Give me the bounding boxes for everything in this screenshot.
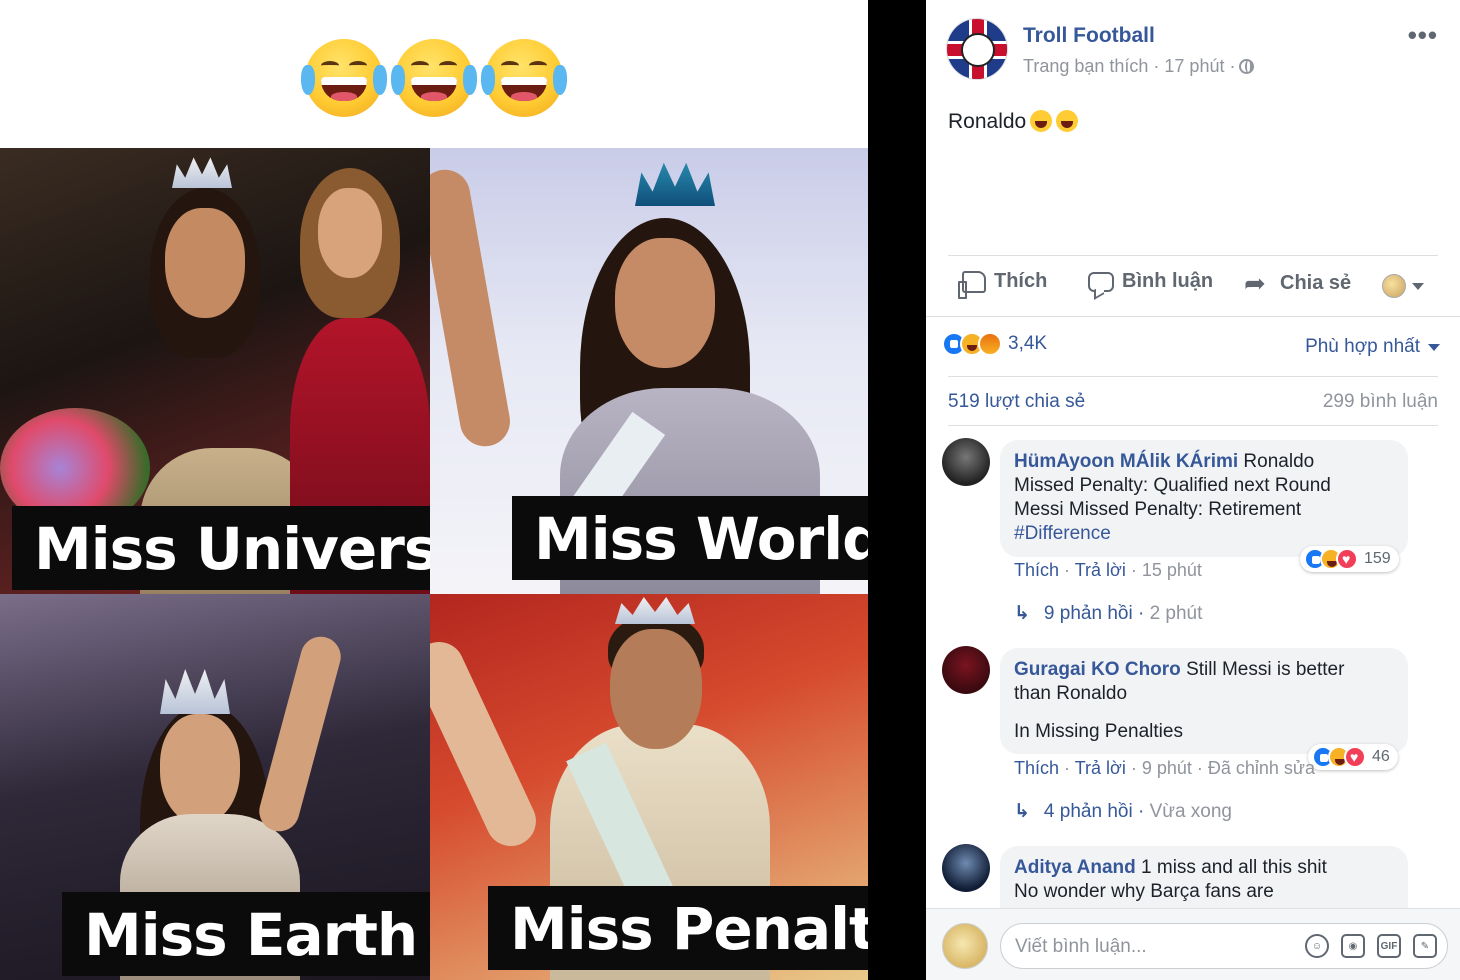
comment-line: No wonder why Barça fans are	[1014, 881, 1274, 902]
gif-icon[interactable]: GIF	[1377, 934, 1401, 958]
comment-time[interactable]: 15 phút	[1142, 560, 1202, 580]
post-meta-text: Trang bạn thích · 17 phút ·	[1023, 56, 1236, 76]
reaction-summary[interactable]: 3,4K	[942, 332, 1047, 356]
post-text: Ronaldo	[948, 110, 1079, 134]
comment-input-box[interactable]: ☺ ◉ GIF ✎	[1000, 923, 1448, 969]
replies-time: Vừa xong	[1149, 801, 1233, 822]
camera-icon[interactable]: ◉	[1341, 934, 1365, 958]
reaction-count: 3,4K	[1008, 333, 1048, 354]
comment-line: than Ronaldo	[1014, 683, 1128, 704]
post-text-content: Ronaldo	[948, 110, 1027, 133]
edited-label[interactable]: Đã chỉnh sửa	[1208, 758, 1315, 778]
view-replies-link[interactable]: ↳ 4 phản hồi · Vừa xong	[1014, 800, 1232, 823]
caption-miss-world: Miss World	[512, 496, 868, 580]
caption-miss-earth: Miss Earth	[62, 892, 430, 976]
comment-icon	[1088, 271, 1114, 292]
tears-of-joy-emoji-icon	[391, 39, 477, 117]
comment-line: Messi Missed Penalty: Retirement	[1014, 499, 1302, 520]
emoji-row	[0, 0, 868, 148]
laughing-emoji-icon	[1030, 110, 1053, 132]
view-replies-link[interactable]: ↳ 9 phản hồi · 2 phút	[1014, 602, 1202, 625]
chevron-down-icon	[1412, 282, 1424, 290]
reply-arrow-icon: ↳	[1014, 603, 1030, 624]
reply-arrow-icon: ↳	[1014, 801, 1030, 822]
miss-universe-photo: Miss Universe	[0, 148, 430, 594]
commenter-avatar[interactable]	[942, 438, 990, 486]
divider	[948, 376, 1438, 377]
miss-world-photo: Miss World	[430, 148, 868, 594]
post-side-panel: Troll Football Trang bạn thích · 17 phút…	[926, 0, 1460, 980]
comment-like-link[interactable]: Thích	[1014, 758, 1059, 778]
comment-time[interactable]: 9 phút	[1142, 758, 1192, 778]
caption-miss-penalty: Miss Penalty	[488, 886, 868, 970]
comment-author[interactable]: Guragai KO Choro	[1014, 659, 1181, 680]
divider	[948, 255, 1438, 256]
love-reaction-icon	[1336, 548, 1358, 570]
miss-penalty-photo: Miss Penalty	[430, 594, 868, 980]
reaction-identity-picker[interactable]	[1382, 274, 1424, 298]
tears-of-joy-emoji-icon	[481, 39, 567, 117]
comment-text: Ronaldo	[1243, 451, 1315, 472]
divider	[926, 316, 1460, 317]
comment-text: 1 miss and all this shit	[1141, 857, 1327, 878]
share-label: Chia sẻ	[1280, 271, 1352, 294]
comment-line: Missed Penalty: Qualified next Round	[1014, 475, 1331, 496]
comment-like-link[interactable]: Thích	[1014, 560, 1059, 580]
comment-reactions[interactable]: 159	[1300, 546, 1399, 572]
current-user-avatar[interactable]	[942, 923, 988, 969]
laughing-emoji-icon	[1056, 110, 1079, 132]
comment-label: Bình luận	[1122, 270, 1214, 292]
more-options-icon[interactable]: •••	[1408, 20, 1438, 51]
user-avatar-icon	[1382, 274, 1406, 298]
comment-reply-link[interactable]: Trả lời	[1075, 560, 1126, 580]
comment-composer: ☺ ◉ GIF ✎	[926, 908, 1460, 980]
post-photo[interactable]: Miss Universe Miss World Miss Earth Miss…	[0, 0, 868, 980]
page-name[interactable]: Troll Football	[1023, 24, 1155, 48]
comment-line: In Missing Penalties	[1014, 721, 1183, 742]
chevron-down-icon	[1428, 343, 1440, 351]
comment-count[interactable]: 299 bình luận	[1323, 391, 1438, 413]
globe-icon	[1239, 59, 1255, 74]
comment-bubble: Guragai KO Choro Still Messi is better t…	[1000, 648, 1408, 754]
tears-of-joy-emoji-icon	[301, 39, 387, 117]
share-button[interactable]: ➦ Chia sẻ	[1244, 270, 1351, 296]
share-count-link[interactable]: 519 lượt chia sẻ	[948, 391, 1085, 413]
comment-actions: Thích · Trả lời · 15 phút	[1014, 560, 1202, 580]
comment-input[interactable]	[1015, 933, 1285, 961]
comment-author[interactable]: Aditya Anand	[1014, 857, 1136, 878]
love-reaction-icon	[1344, 746, 1366, 768]
comment-reactions[interactable]: 46	[1308, 744, 1398, 770]
emoji-picker-icon[interactable]: ☺	[1305, 934, 1329, 958]
page-avatar[interactable]	[946, 18, 1008, 80]
sticker-icon[interactable]: ✎	[1413, 934, 1437, 958]
miss-earth-photo: Miss Earth	[0, 594, 430, 980]
replies-time: 2 phút	[1149, 603, 1203, 624]
post-meta: Trang bạn thích · 17 phút ·	[1023, 56, 1255, 77]
share-arrow-icon: ➦	[1244, 268, 1266, 298]
comment-reaction-count: 159	[1364, 550, 1391, 567]
like-label: Thích	[994, 270, 1048, 292]
like-button[interactable]: Thích	[958, 270, 1048, 299]
comment-button[interactable]: Bình luận	[1088, 270, 1213, 293]
comment-bubble: HümAyoon MÁlik KÁrimi Ronaldo Missed Pen…	[1000, 440, 1408, 557]
hashtag-link[interactable]: #Difference	[1014, 523, 1111, 544]
replies-count: 9 phản hồi	[1043, 603, 1133, 624]
angry-reaction-icon	[978, 332, 1002, 356]
comment-author[interactable]: HümAyoon MÁlik KÁrimi	[1014, 451, 1238, 472]
divider	[948, 425, 1438, 426]
replies-count: 4 phản hồi	[1043, 801, 1133, 822]
comment-reaction-count: 46	[1372, 748, 1390, 765]
comment-text: Still Messi is better	[1186, 659, 1345, 680]
sort-label: Phù hợp nhất	[1305, 336, 1420, 357]
comment-reply-link[interactable]: Trả lời	[1075, 758, 1126, 778]
commenter-avatar[interactable]	[942, 646, 990, 694]
commenter-avatar[interactable]	[942, 844, 990, 892]
thumbs-up-icon	[958, 270, 986, 299]
comment-actions: Thích · Trả lời · 9 phút · Đã chỉnh sửa	[1014, 758, 1315, 778]
comment-sort-dropdown[interactable]: Phù hợp nhất	[1305, 336, 1440, 358]
caption-miss-universe: Miss Universe	[12, 506, 430, 590]
